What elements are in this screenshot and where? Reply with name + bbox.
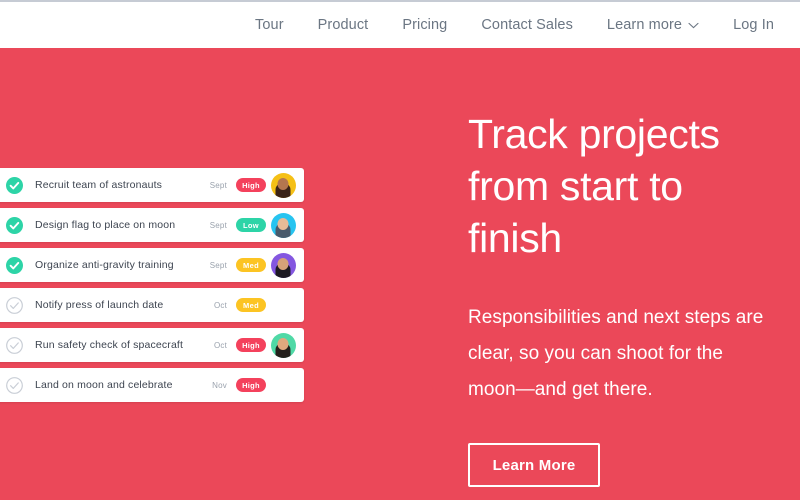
priority-badge: Med	[236, 258, 266, 272]
nav-item-tour[interactable]: Tour	[238, 2, 301, 48]
nav-item-label: Learn more	[606, 17, 683, 33]
task-title: Design flag to place on moon	[35, 219, 176, 231]
check-circle-outline-icon[interactable]	[6, 376, 23, 394]
page-title: Track projects from start to finish	[468, 111, 720, 261]
main-nav: Tour Product Pricing Contact Sales Learn mor…	[238, 2, 800, 48]
learn-more-button[interactable]: Learn More	[468, 443, 600, 487]
page-root: Tour Product Pricing Contact Sales Learn mor…	[0, 0, 800, 500]
avatar-slot	[266, 252, 300, 278]
priority-badge: Low	[236, 218, 266, 232]
avatar[interactable]	[270, 172, 296, 198]
task-row[interactable]: Organize anti-gravity training Sept Med	[0, 248, 304, 282]
task-title: Recruit team of astronauts	[35, 179, 163, 191]
chevron-down-icon	[688, 22, 699, 29]
nav-item-label: Contact Sales	[481, 17, 573, 33]
nav-item-label: Tour	[255, 17, 284, 33]
task-due-date: Oct	[213, 300, 227, 310]
nav-item-product[interactable]: Product	[301, 2, 386, 48]
task-due-date: Nov	[212, 380, 227, 390]
nav-item-label: Product	[317, 17, 369, 33]
nav-item-learn-more[interactable]: Learn more	[590, 2, 716, 48]
avatar-slot	[266, 293, 300, 318]
avatar[interactable]	[270, 252, 296, 278]
priority-badge: High	[236, 338, 266, 352]
priority-badge: High	[236, 178, 266, 192]
avatar-placeholder	[271, 373, 296, 398]
hero-copy: Track projects from start to finish Resp…	[468, 108, 800, 487]
task-due-date: Sept	[209, 180, 227, 190]
task-title: Organize anti-gravity training	[35, 259, 174, 271]
check-circle-filled-icon[interactable]	[6, 256, 23, 274]
task-list: Recruit team of astronauts Sept High Design…	[0, 168, 304, 408]
avatar-slot	[266, 212, 300, 238]
nav-item-label: Log In	[733, 17, 774, 33]
task-due-date: Sept	[209, 220, 227, 230]
hero-subcopy: Responsibilities and next steps are clea…	[468, 307, 764, 400]
task-due-date: Oct	[213, 340, 227, 350]
task-row[interactable]: Design flag to place on moon Sept Low	[0, 208, 304, 242]
task-due-date: Sept	[209, 260, 227, 270]
avatar-slot	[266, 172, 300, 198]
check-circle-outline-icon[interactable]	[6, 296, 23, 314]
avatar[interactable]	[270, 332, 296, 358]
avatar-slot	[266, 373, 300, 398]
avatar-placeholder	[271, 293, 296, 318]
task-row[interactable]: Recruit team of astronauts Sept High	[0, 168, 304, 202]
task-title: Notify press of launch date	[35, 299, 164, 311]
priority-badge: High	[236, 378, 266, 392]
check-circle-outline-icon[interactable]	[6, 336, 23, 354]
task-title: Run safety check of spacecraft	[35, 339, 184, 351]
top-navigation-bar: Tour Product Pricing Contact Sales Learn mor…	[0, 0, 800, 48]
avatar-slot	[266, 332, 300, 358]
nav-item-label: Pricing	[402, 17, 448, 33]
task-row[interactable]: Land on moon and celebrate Nov High	[0, 368, 304, 402]
nav-item-log-in[interactable]: Log In	[716, 2, 786, 48]
nav-item-contact-sales[interactable]: Contact Sales	[464, 2, 590, 48]
check-circle-filled-icon[interactable]	[6, 216, 23, 234]
priority-badge: Med	[236, 298, 266, 312]
check-circle-filled-icon[interactable]	[6, 176, 23, 194]
nav-item-pricing[interactable]: Pricing	[385, 2, 464, 48]
avatar[interactable]	[270, 212, 296, 238]
task-title: Land on moon and celebrate	[35, 379, 173, 391]
hero-section: Recruit team of astronauts Sept High Design…	[0, 48, 800, 500]
task-row[interactable]: Notify press of launch date Oct Med	[0, 288, 304, 322]
task-row[interactable]: Run safety check of spacecraft Oct High	[0, 328, 304, 362]
